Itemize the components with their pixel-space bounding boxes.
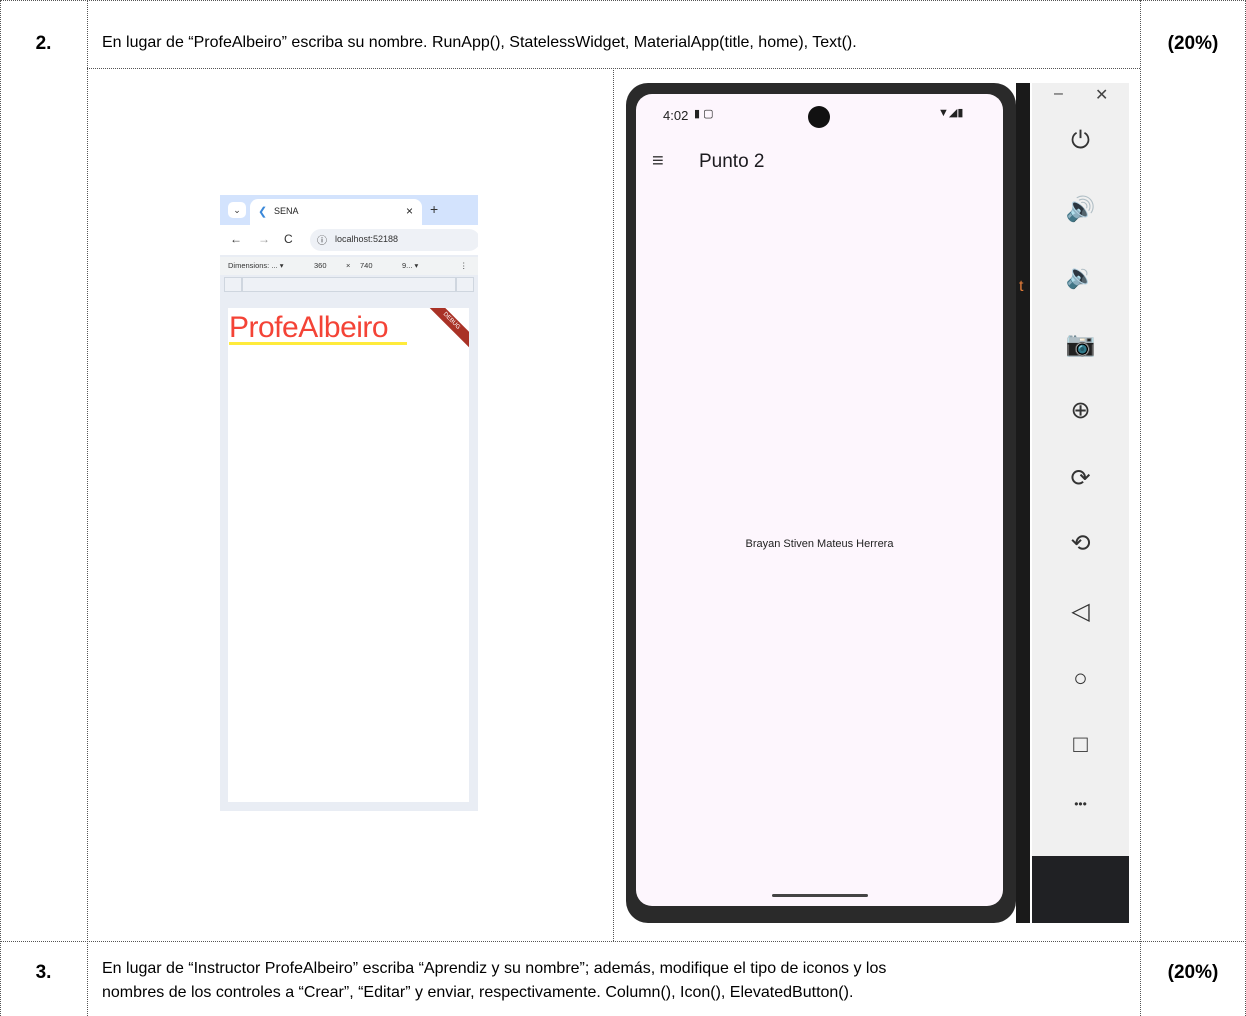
- question-number: 3.: [35, 962, 52, 983]
- url-text: localhost:52188: [335, 234, 399, 244]
- dimensions-select[interactable]: Dimensions: ... ▾: [228, 261, 283, 270]
- status-time: 4:02: [663, 108, 689, 123]
- menu-icon[interactable]: ≡: [652, 150, 664, 173]
- info-icon: ⓘ: [317, 236, 327, 247]
- height-value[interactable]: 740: [360, 261, 373, 270]
- flutter-icon: ❮: [258, 206, 268, 218]
- width-value[interactable]: 360: [314, 261, 327, 270]
- back-icon[interactable]: ◁: [1032, 597, 1129, 626]
- times-sign: ×: [346, 261, 351, 270]
- camera-cutout: [808, 106, 830, 128]
- zoom-in-icon[interactable]: ⊕: [1032, 396, 1129, 425]
- camera-icon[interactable]: 📷: [1032, 330, 1129, 359]
- volume-down-icon[interactable]: 🔉: [1032, 262, 1129, 291]
- ruler-bar: [220, 277, 478, 292]
- tab-search-icon[interactable]: ⌄: [228, 202, 246, 218]
- rotate-right-icon[interactable]: ⟳: [1032, 464, 1129, 493]
- app-title: Punto 2: [699, 151, 765, 172]
- app-bar: ≡ Punto 2: [636, 138, 1003, 194]
- reload-icon[interactable]: C: [284, 232, 293, 246]
- new-tab-icon[interactable]: +: [430, 201, 438, 217]
- home-icon[interactable]: ○: [1032, 665, 1129, 693]
- devtools-device-bar: Dimensions: ... ▾ 360 × 740 9... ▾ ⋮: [220, 257, 478, 275]
- table-row-divider-2: [0, 941, 1246, 942]
- signal-battery-icon: ▼◢▮: [938, 107, 964, 119]
- app-viewport: ProfeAlbeiro DEBUG: [228, 308, 469, 802]
- app-text: ProfeAlbeiro: [229, 311, 389, 344]
- tab-title: SENA: [274, 206, 299, 216]
- table-border-middle: [613, 68, 614, 941]
- debug-banner: DEBUG: [418, 308, 469, 354]
- nav-bar: ← → C ⓘ localhost:52188: [220, 225, 478, 255]
- back-arrow-icon[interactable]: ←: [230, 232, 242, 246]
- question-percent: (20%): [1167, 33, 1219, 54]
- table-border-left: [0, 0, 1, 1016]
- close-tab-icon[interactable]: ×: [406, 204, 413, 218]
- browser-screenshot: ⌄ ❮ SENA × + ← → C ⓘ localhost:52188 Dim…: [220, 195, 478, 811]
- table-border-top: [0, 0, 1246, 1]
- power-icon[interactable]: ⏻: [1032, 127, 1129, 155]
- browser-tab[interactable]: ❮ SENA ×: [250, 199, 422, 225]
- rotate-left-icon[interactable]: ⟲: [1032, 529, 1129, 558]
- background-code-fragment: t: [1019, 278, 1024, 295]
- more-options-icon[interactable]: ⋮: [460, 261, 468, 270]
- center-text: Brayan Stiven Mateus Herrera: [745, 538, 894, 550]
- question-number: 2.: [35, 33, 52, 54]
- overview-icon[interactable]: □: [1032, 731, 1129, 759]
- table-border-number: [87, 0, 88, 1016]
- phone-screen: 4:02 ▮ ▢ ▼◢▮ ≡ Punto 2 Brayan Stiven Mat…: [636, 94, 1003, 906]
- phone-side: [1016, 83, 1030, 923]
- question-text: En lugar de “ProfeAlbeiro” escriba su no…: [102, 34, 857, 51]
- tab-bar: ⌄ ❮ SENA × +: [220, 195, 478, 225]
- emulator-background: [1032, 856, 1129, 923]
- forward-arrow-icon[interactable]: →: [258, 232, 270, 246]
- gesture-bar[interactable]: [772, 894, 868, 897]
- status-icons-left: ▮ ▢: [694, 108, 714, 120]
- question-text-line-1: En lugar de “Instructor ProfeAlbeiro” es…: [102, 960, 887, 977]
- table-row-divider-1: [87, 68, 1140, 69]
- emulator-toolbar: – ✕ ⏻ 🔊 🔉 📷 ⊕ ⟳ ⟲ ◁ ○ □ •••: [1032, 83, 1129, 856]
- zoom-select[interactable]: 9... ▾: [402, 261, 418, 270]
- minimize-icon[interactable]: –: [1054, 85, 1063, 103]
- question-percent: (20%): [1167, 962, 1219, 983]
- more-icon[interactable]: •••: [1032, 797, 1129, 811]
- close-icon[interactable]: ✕: [1095, 85, 1108, 105]
- status-bar: 4:02 ▮ ▢ ▼◢▮: [636, 94, 1003, 138]
- question-text-line-2: nombres de los controles a “Crear”, “Edi…: [102, 984, 854, 1001]
- table-border-percent: [1140, 0, 1141, 1016]
- address-bar[interactable]: ⓘ localhost:52188: [310, 229, 478, 251]
- volume-up-icon[interactable]: 🔊: [1032, 195, 1129, 224]
